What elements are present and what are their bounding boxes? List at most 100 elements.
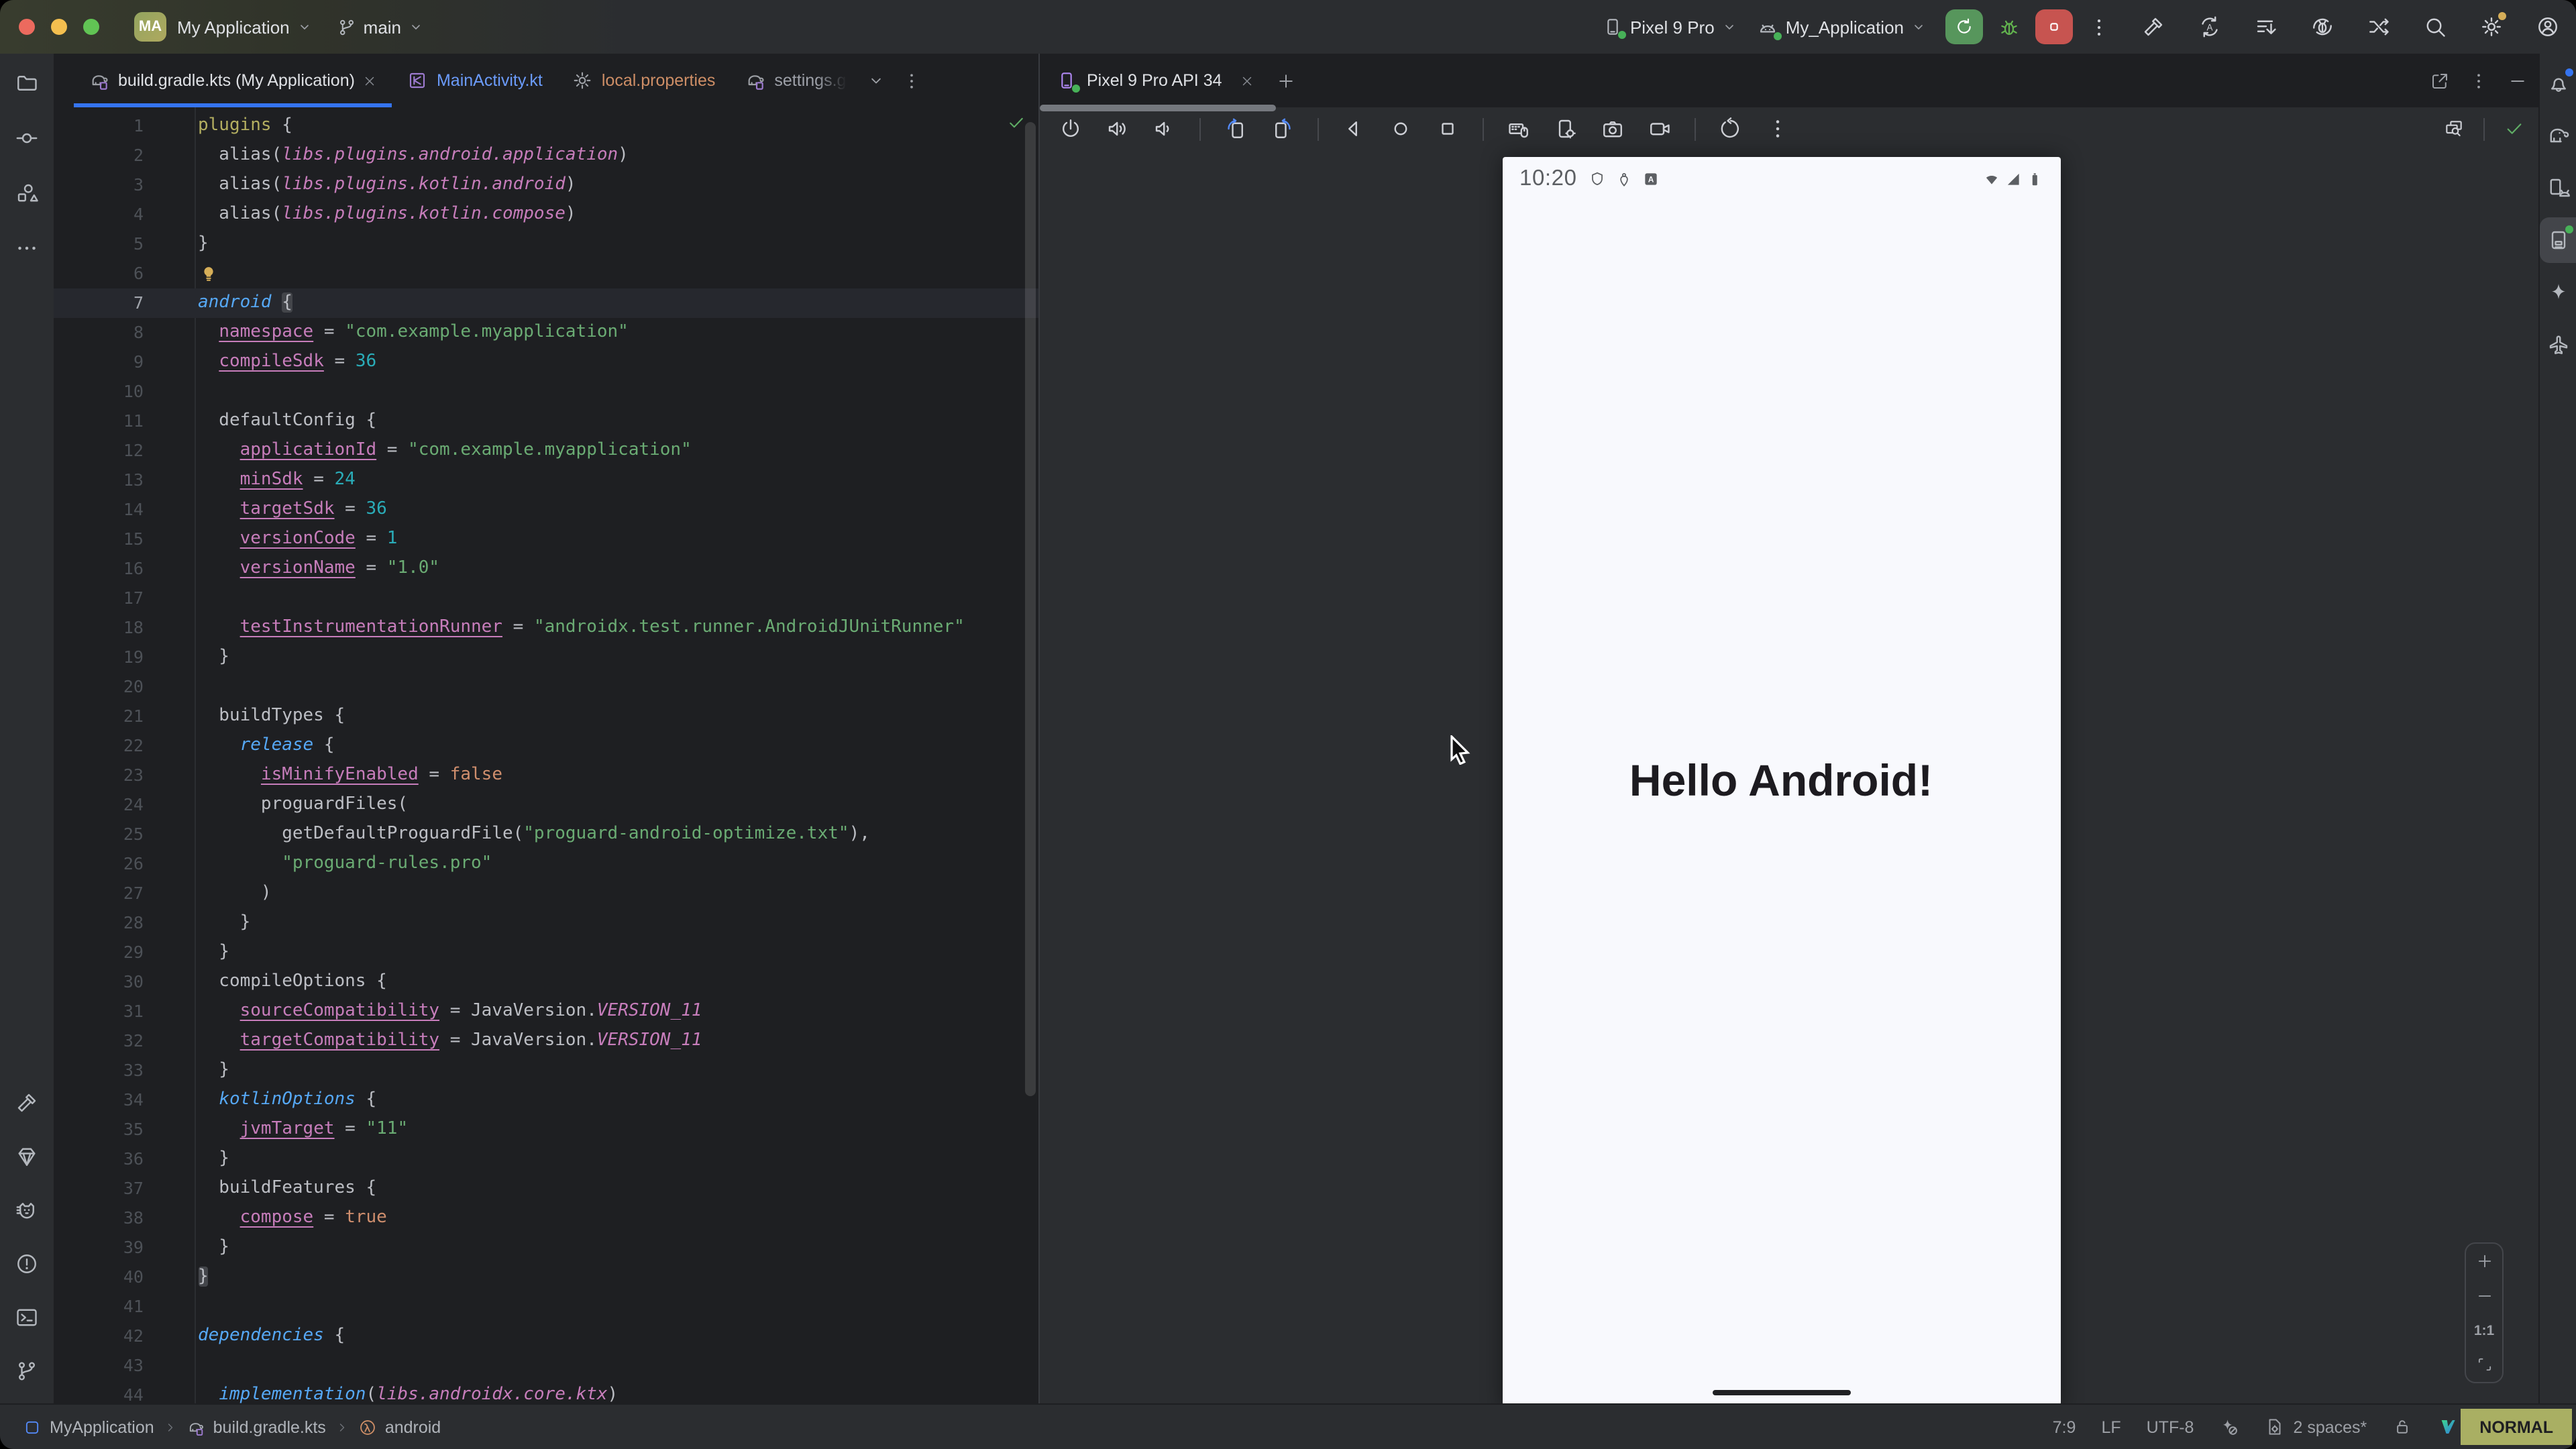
close-tab-icon[interactable] xyxy=(363,73,378,88)
line-number[interactable]: 8 xyxy=(54,318,144,347)
inspection-status-icon[interactable] xyxy=(1006,113,1026,133)
line-number[interactable]: 31 xyxy=(54,997,144,1026)
line-number[interactable]: 24 xyxy=(54,790,144,820)
android-back-button[interactable] xyxy=(1342,117,1366,141)
build-toolwindow[interactable] xyxy=(15,1091,39,1115)
device-selector[interactable]: Pixel 9 Pro xyxy=(1602,16,1737,38)
line-number[interactable]: 3 xyxy=(54,170,144,200)
project-toolwindow[interactable] xyxy=(15,71,39,95)
code-style-icon[interactable]: 2 spaces* xyxy=(2265,1417,2367,1437)
rotate-left-button[interactable] xyxy=(1224,117,1248,141)
vim-mode-badge[interactable]: NORMAL xyxy=(2461,1409,2572,1445)
build-button[interactable] xyxy=(2141,15,2165,39)
tab-options-icon[interactable] xyxy=(902,70,922,91)
editor-tab-settings.gr[interactable]: settings.gr xyxy=(730,54,861,107)
app-quality-insights-toolwindow[interactable] xyxy=(15,1144,39,1169)
line-number[interactable]: 37 xyxy=(54,1174,144,1203)
sync-project-button[interactable]: A xyxy=(2198,15,2222,39)
line-number[interactable]: 33 xyxy=(54,1056,144,1085)
line-number[interactable]: 15 xyxy=(54,525,144,554)
stop-button[interactable] xyxy=(2035,9,2073,44)
editor-tab-MainActivity.kt[interactable]: MainActivity.kt xyxy=(392,54,557,107)
account-button[interactable] xyxy=(2536,15,2560,39)
line-number[interactable]: 22 xyxy=(54,731,144,761)
apply-changes-button[interactable] xyxy=(2310,15,2334,39)
editor-tab-build.gradle.kts[interactable]: build.gradle.kts (My Application) xyxy=(74,54,392,107)
maximize-window-button[interactable] xyxy=(83,19,99,35)
more-toolwindows[interactable] xyxy=(15,236,39,260)
intention-lightbulb-icon[interactable] xyxy=(198,263,218,283)
file-encoding[interactable]: UTF-8 xyxy=(2147,1417,2194,1436)
version-control-toolwindow[interactable] xyxy=(15,1359,39,1383)
close-window-button[interactable] xyxy=(19,19,35,35)
zoom-in-button[interactable] xyxy=(2475,1252,2493,1271)
line-number[interactable]: 43 xyxy=(54,1351,144,1381)
line-number[interactable]: 1 xyxy=(54,111,144,141)
line-number[interactable]: 21 xyxy=(54,702,144,731)
line-number[interactable]: 16 xyxy=(54,554,144,584)
device-streaming-button[interactable] xyxy=(2367,15,2391,39)
project-selector[interactable]: My Application xyxy=(177,17,313,37)
resource-manager-toolwindow[interactable] xyxy=(15,181,39,205)
settings-button[interactable] xyxy=(2479,15,2504,39)
line-number[interactable]: 40 xyxy=(54,1263,144,1292)
emulator-screen[interactable]: 10:20 A Hello Android! xyxy=(1502,156,2060,1409)
profiler-button[interactable] xyxy=(2254,15,2278,39)
line-number[interactable]: 5 xyxy=(54,229,144,259)
rotate-right-button[interactable] xyxy=(1271,117,1295,141)
running-devices-toolwindow[interactable] xyxy=(2540,217,2576,263)
notifications-toolwindow[interactable] xyxy=(2540,60,2576,106)
line-number[interactable]: 6 xyxy=(54,259,144,288)
search-everywhere-button[interactable] xyxy=(2423,15,2447,39)
idea-vim-icon[interactable] xyxy=(2438,1417,2458,1437)
device-tab[interactable]: Pixel 9 Pro API 34 xyxy=(1056,70,1254,91)
zoom-out-button[interactable] xyxy=(2475,1287,2493,1306)
line-number[interactable]: 9 xyxy=(54,347,144,377)
line-number[interactable]: 2 xyxy=(54,141,144,170)
zoom-fit-button[interactable] xyxy=(2475,1355,2493,1374)
line-number[interactable]: 20 xyxy=(54,672,144,702)
breadcrumb-item[interactable]: MyApplication xyxy=(23,1417,154,1436)
android-overview-button[interactable] xyxy=(1436,117,1460,141)
zoom-reset-button[interactable]: 1:1 xyxy=(2474,1322,2494,1338)
add-device-tab-button[interactable] xyxy=(1276,70,1296,91)
line-number[interactable]: 36 xyxy=(54,1144,144,1174)
line-number[interactable]: 35 xyxy=(54,1115,144,1144)
device-health-indicator[interactable] xyxy=(2504,118,2525,140)
line-number[interactable]: 42 xyxy=(54,1322,144,1351)
line-number[interactable]: 14 xyxy=(54,495,144,525)
line-number[interactable]: 34 xyxy=(54,1085,144,1115)
line-number[interactable]: 25 xyxy=(54,820,144,849)
more-run-options[interactable] xyxy=(2088,15,2110,38)
line-number[interactable]: 27 xyxy=(54,879,144,908)
line-number[interactable]: 44 xyxy=(54,1381,144,1405)
run-button[interactable] xyxy=(1945,9,1983,44)
device-settings-button[interactable] xyxy=(1554,117,1578,141)
toolbar-scrollbar[interactable] xyxy=(1040,105,1276,111)
line-number[interactable]: 29 xyxy=(54,938,144,967)
toolbar-more-button[interactable] xyxy=(1766,117,1790,141)
terminal-toolwindow[interactable] xyxy=(15,1305,39,1330)
line-number[interactable]: 23 xyxy=(54,761,144,790)
gradle-toolwindow[interactable] xyxy=(2540,113,2576,158)
line-number[interactable]: 12 xyxy=(54,436,144,466)
line-number[interactable]: 32 xyxy=(54,1026,144,1056)
line-number[interactable]: 28 xyxy=(54,908,144,938)
file-writable-indicator[interactable] xyxy=(2392,1417,2412,1437)
problems-toolwindow[interactable] xyxy=(15,1252,39,1276)
volume-down-button[interactable] xyxy=(1152,117,1177,141)
hidden-tabs-chevron-icon[interactable] xyxy=(867,71,885,90)
panel-options-button[interactable] xyxy=(2469,70,2489,91)
line-number[interactable]: 41 xyxy=(54,1292,144,1322)
layout-inspector-toggle[interactable] xyxy=(2443,118,2465,140)
hide-panel-button[interactable] xyxy=(2508,70,2528,91)
line-separator[interactable]: LF xyxy=(2101,1417,2121,1436)
screenshot-button[interactable] xyxy=(1601,117,1625,141)
run-configuration-selector[interactable]: My_Application xyxy=(1756,15,1927,38)
debug-button[interactable] xyxy=(1998,15,2021,38)
line-number[interactable]: 11 xyxy=(54,407,144,436)
line-number[interactable]: 39 xyxy=(54,1233,144,1263)
commit-toolwindow[interactable] xyxy=(15,126,39,150)
gemini-toolwindow[interactable] xyxy=(2540,270,2576,315)
reset-view-button[interactable] xyxy=(1719,117,1743,141)
